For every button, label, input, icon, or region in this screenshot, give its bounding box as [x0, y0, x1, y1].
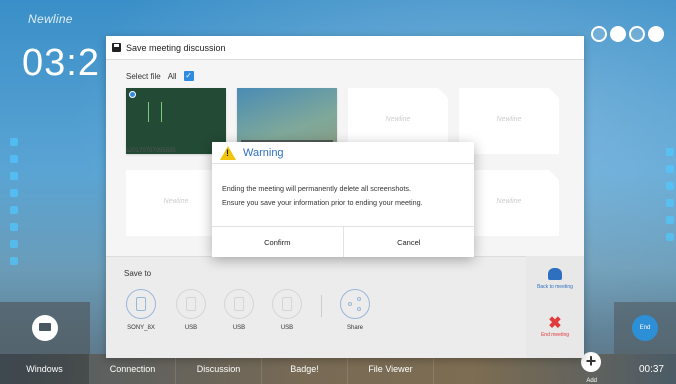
- tool-icon[interactable]: [10, 189, 18, 197]
- monitor-icon: [32, 315, 58, 341]
- drive-sony[interactable]: [126, 289, 156, 319]
- select-all-label: All: [167, 71, 177, 81]
- add-icon[interactable]: +: [581, 352, 601, 372]
- tool-icon[interactable]: [666, 148, 674, 156]
- drive-label: USB: [232, 325, 246, 331]
- empty-slot: Newline: [459, 170, 559, 236]
- taskbar-badge[interactable]: Badge!: [262, 354, 348, 384]
- selected-checkbox[interactable]: [129, 91, 136, 98]
- end-meeting-button[interactable]: ✖ End meeting: [526, 315, 584, 339]
- tool-icon[interactable]: [10, 240, 18, 248]
- record-icon[interactable]: [629, 26, 645, 42]
- tool-icon[interactable]: [10, 138, 18, 146]
- usb-icon: [136, 297, 146, 311]
- tool-icon[interactable]: [666, 216, 674, 224]
- screenshot-thumb[interactable]: [126, 88, 226, 154]
- end-button[interactable]: End: [632, 315, 658, 341]
- tool-icon[interactable]: [666, 182, 674, 190]
- watermark: Newline: [496, 198, 522, 205]
- right-side-toolbar: [666, 148, 674, 241]
- close-icon: ✖: [548, 315, 562, 332]
- watermark: Newline: [385, 116, 411, 123]
- drive-label: USB: [280, 325, 294, 331]
- back-to-meeting-label: Back to meeting: [537, 284, 573, 290]
- taskbar-discussion[interactable]: Discussion: [176, 354, 262, 384]
- tool-icon[interactable]: [10, 206, 18, 214]
- taskbar-file-viewer[interactable]: File Viewer: [348, 354, 434, 384]
- empty-slot: Newline: [126, 170, 226, 236]
- watermark: Newline: [163, 198, 189, 205]
- cancel-button[interactable]: Cancel: [344, 227, 475, 257]
- warning-header: Warning: [212, 142, 474, 164]
- people-icon: [548, 268, 562, 280]
- tool-icon[interactable]: [666, 165, 674, 173]
- share-button[interactable]: [340, 289, 370, 319]
- drive-usb[interactable]: [224, 289, 254, 319]
- end-meeting-label: End meeting: [540, 332, 570, 338]
- tool-icon[interactable]: [10, 155, 18, 163]
- drive-label: USB: [184, 325, 198, 331]
- select-file-label: Select file: [126, 71, 161, 81]
- usb-icon: [234, 297, 244, 311]
- divider: [321, 295, 322, 317]
- taskbar-windows[interactable]: Windows: [0, 354, 90, 384]
- tool-icon[interactable]: [10, 223, 18, 231]
- select-all-checkbox[interactable]: ✓: [183, 71, 194, 81]
- share-label: Share: [346, 325, 363, 331]
- thumb-caption: s20170707095835: [126, 148, 176, 154]
- settings-icon[interactable]: [648, 26, 664, 42]
- tool-icon[interactable]: [10, 257, 18, 265]
- drive-usb[interactable]: [176, 289, 206, 319]
- usb-icon: [186, 297, 196, 311]
- tool-icon[interactable]: [666, 233, 674, 241]
- warning-message: Ending the meeting will permanently dele…: [212, 164, 474, 210]
- drawing-preview: [148, 102, 162, 122]
- panel-title: Save meeting discussion: [126, 42, 226, 53]
- confirm-button[interactable]: Confirm: [212, 227, 344, 257]
- panel-titlebar: Save meeting discussion: [106, 36, 584, 60]
- warning-icon: [220, 145, 236, 160]
- taskbar: Windows Connection Discussion Badge! Fil…: [0, 354, 676, 384]
- tool-icon[interactable]: [10, 172, 18, 180]
- select-file-row: Select file All ✓: [126, 71, 194, 81]
- warning-line-2: Ensure you save your information prior t…: [222, 198, 423, 207]
- brand-logo: Newline: [28, 12, 73, 26]
- taskbar-connection[interactable]: Connection: [90, 354, 176, 384]
- empty-slot: Newline: [459, 88, 559, 154]
- top-right-toolbar: [591, 26, 664, 42]
- left-side-toolbar: [10, 138, 18, 265]
- drive-usb[interactable]: [272, 289, 302, 319]
- warning-line-1: Ending the meeting will permanently dele…: [222, 184, 411, 193]
- side-actions: Back to meeting ✖ End meeting: [526, 256, 584, 358]
- usb-icon: [282, 297, 292, 311]
- person-icon[interactable]: [610, 26, 626, 42]
- back-to-meeting-button[interactable]: Back to meeting: [526, 268, 584, 290]
- meeting-timer: 00:37: [638, 364, 664, 375]
- drive-label: SONY_8X: [127, 325, 155, 331]
- end-label: End: [639, 325, 651, 331]
- warning-actions: Confirm Cancel: [212, 226, 474, 257]
- tool-icon[interactable]: [666, 199, 674, 207]
- circle-icon[interactable]: [591, 26, 607, 42]
- save-to-section: Save to SONY_8X USB USB USB Share: [106, 256, 526, 358]
- windows-tile[interactable]: [0, 302, 90, 354]
- warning-dialog: Warning Ending the meeting will permanen…: [212, 142, 474, 257]
- warning-title: Warning: [243, 146, 284, 159]
- watermark: Newline: [496, 116, 522, 123]
- share-icon: [348, 297, 362, 311]
- save-icon: [112, 43, 121, 52]
- end-tile[interactable]: End: [614, 302, 676, 354]
- save-to-label: Save to: [124, 269, 152, 278]
- clock: 03:2: [22, 42, 100, 84]
- add-label: Add: [586, 378, 597, 384]
